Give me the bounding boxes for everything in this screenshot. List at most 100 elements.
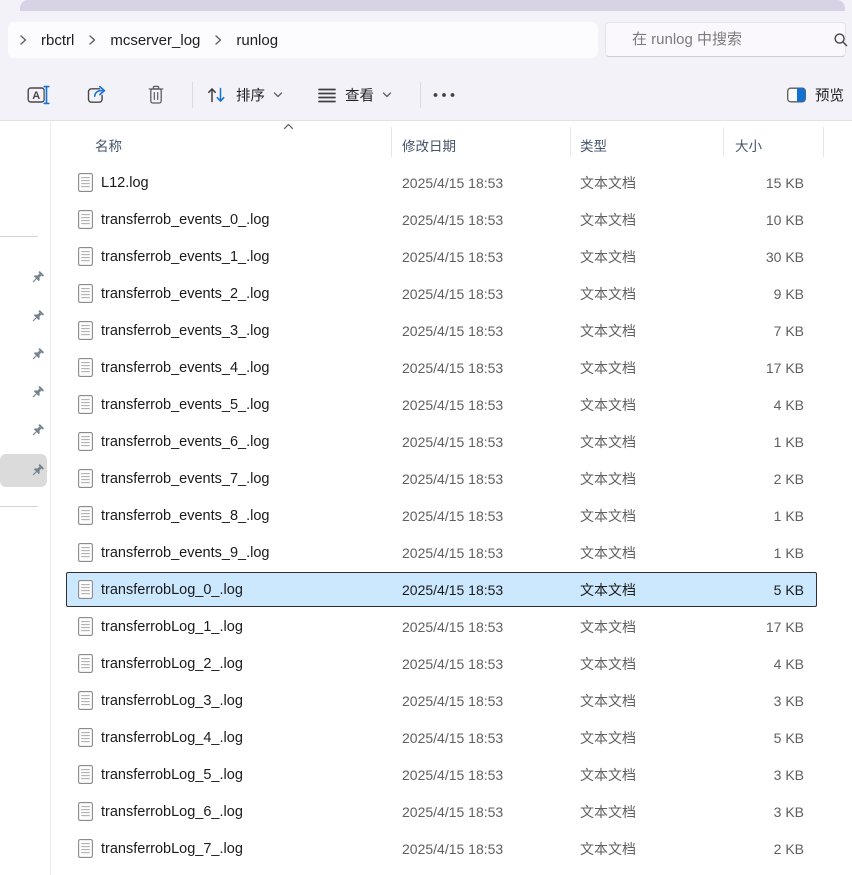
file-name: transferrobLog_1_.log: [101, 619, 243, 635]
file-size: 17 KB: [766, 619, 804, 635]
search-box[interactable]: [605, 22, 846, 57]
file-row[interactable]: transferrob_events_0_.log 2025/4/15 18:5…: [51, 201, 852, 238]
text-file-icon: [78, 691, 93, 710]
file-row[interactable]: transferrob_events_5_.log 2025/4/15 18:5…: [51, 386, 852, 423]
file-type: 文本文档: [580, 284, 636, 304]
search-icon[interactable]: [833, 32, 849, 48]
sort-button[interactable]: 排序: [206, 85, 283, 106]
text-file-icon: [78, 284, 93, 303]
file-row[interactable]: transferrobLog_6_.log 2025/4/15 18:53 文本…: [51, 793, 852, 830]
file-row[interactable]: transferrobLog_4_.log 2025/4/15 18:53 文本…: [51, 719, 852, 756]
preview-toggle-button[interactable]: 预览: [787, 85, 844, 106]
text-file-icon: [78, 469, 93, 488]
breadcrumb-item-mcserver-log[interactable]: mcserver_log: [97, 32, 213, 49]
file-date-modified: 2025/4/15 18:53: [402, 175, 503, 191]
file-row[interactable]: transferrob_events_7_.log 2025/4/15 18:5…: [51, 460, 852, 497]
file-row[interactable]: transferrob_events_1_.log 2025/4/15 18:5…: [51, 238, 852, 275]
preview-label: 预览: [815, 85, 844, 106]
more-options-button[interactable]: [433, 93, 455, 98]
file-type: 文本文档: [580, 802, 636, 822]
pinned-item-pin-icon[interactable]: [29, 309, 45, 325]
column-divider[interactable]: [823, 127, 824, 157]
column-header-name[interactable]: 名称: [95, 135, 122, 155]
column-header-size[interactable]: 大小: [735, 135, 762, 155]
text-file-icon: [78, 432, 93, 451]
view-button[interactable]: 查看: [318, 85, 392, 106]
file-explorer-window: rbctrl mcserver_log runlog A: [0, 0, 852, 875]
pinned-item-pin-icon[interactable]: [29, 347, 45, 363]
file-row[interactable]: transferrob_events_3_.log 2025/4/15 18:5…: [51, 312, 852, 349]
file-name: transferrobLog_4_.log: [101, 730, 243, 746]
file-row[interactable]: transferrobLog_3_.log 2025/4/15 18:53 文本…: [51, 682, 852, 719]
file-size: 1 KB: [774, 434, 804, 450]
column-divider[interactable]: [723, 127, 724, 157]
file-row[interactable]: L12.log 2025/4/15 18:53 文本文档 15 KB: [51, 164, 852, 201]
column-divider[interactable]: [570, 127, 571, 157]
file-row[interactable]: transferrobLog_2_.log 2025/4/15 18:53 文本…: [51, 645, 852, 682]
explorer-tab[interactable]: [20, 0, 845, 11]
pinned-item-pin-icon[interactable]: [29, 270, 45, 286]
file-name: transferrobLog_6_.log: [101, 804, 243, 820]
file-row[interactable]: transferrobLog_7_.log 2025/4/15 18:53 文本…: [51, 830, 852, 867]
chevron-right-icon[interactable]: [18, 34, 28, 46]
file-date-modified: 2025/4/15 18:53: [402, 841, 503, 857]
file-size: 9 KB: [774, 286, 804, 302]
pinned-item-pin-icon[interactable]: [29, 463, 45, 479]
chevron-down-icon: [382, 92, 392, 99]
share-icon: [86, 84, 109, 106]
file-size: 3 KB: [774, 804, 804, 820]
file-date-modified: 2025/4/15 18:53: [402, 249, 503, 265]
pinned-item-pin-icon[interactable]: [29, 423, 45, 439]
file-row[interactable]: transferrobLog_5_.log 2025/4/15 18:53 文本…: [51, 756, 852, 793]
file-type: 文本文档: [580, 654, 636, 674]
file-row[interactable]: transferrob_events_6_.log 2025/4/15 18:5…: [51, 423, 852, 460]
text-file-icon: [78, 765, 93, 784]
chevron-right-icon[interactable]: [87, 34, 97, 46]
file-name: transferrob_events_8_.log: [101, 508, 269, 524]
breadcrumb-item-runlog[interactable]: runlog: [223, 32, 291, 49]
file-name: transferrob_events_2_.log: [101, 286, 269, 302]
text-file-icon: [78, 728, 93, 747]
file-name: transferrob_events_0_.log: [101, 212, 269, 228]
file-date-modified: 2025/4/15 18:53: [402, 471, 503, 487]
file-row[interactable]: transferrob_events_8_.log 2025/4/15 18:5…: [51, 497, 852, 534]
column-headers: 名称 修改日期 类型 大小: [51, 121, 852, 164]
chevron-right-icon[interactable]: [213, 34, 223, 46]
text-file-icon: [78, 173, 93, 192]
file-row[interactable]: transferrob_events_9_.log 2025/4/15 18:5…: [51, 534, 852, 571]
delete-button[interactable]: [146, 84, 166, 106]
search-input[interactable]: [630, 30, 833, 49]
file-row[interactable]: transferrob_events_4_.log 2025/4/15 18:5…: [51, 349, 852, 386]
text-file-icon: [78, 654, 93, 673]
file-size: 2 KB: [774, 841, 804, 857]
file-row[interactable]: transferrobLog_0_.log 2025/4/15 18:53 文本…: [51, 571, 852, 608]
file-date-modified: 2025/4/15 18:53: [402, 360, 503, 376]
rename-button[interactable]: A: [27, 84, 52, 106]
address-bar[interactable]: rbctrl mcserver_log runlog: [8, 22, 598, 58]
file-size: 5 KB: [774, 582, 804, 598]
file-name: transferrob_events_9_.log: [101, 545, 269, 561]
file-name: transferrobLog_7_.log: [101, 841, 243, 857]
column-header-type[interactable]: 类型: [580, 135, 607, 155]
view-label: 查看: [345, 85, 374, 106]
file-size: 1 KB: [774, 545, 804, 561]
file-date-modified: 2025/4/15 18:53: [402, 212, 503, 228]
file-name: transferrob_events_1_.log: [101, 249, 269, 265]
file-name: transferrobLog_5_.log: [101, 767, 243, 783]
file-name: transferrob_events_5_.log: [101, 397, 269, 413]
file-row[interactable]: transferrob_events_2_.log 2025/4/15 18:5…: [51, 275, 852, 312]
column-header-date[interactable]: 修改日期: [402, 135, 456, 155]
share-button[interactable]: [86, 84, 109, 106]
navigation-pane: [0, 121, 51, 875]
pinned-item-pin-icon[interactable]: [29, 385, 45, 401]
text-file-icon: [78, 210, 93, 229]
file-date-modified: 2025/4/15 18:53: [402, 730, 503, 746]
file-row[interactable]: transferrobLog_1_.log 2025/4/15 18:53 文本…: [51, 608, 852, 645]
column-divider[interactable]: [391, 127, 392, 157]
text-file-icon: [78, 247, 93, 266]
file-size: 3 KB: [774, 767, 804, 783]
preview-pane-icon: [787, 88, 806, 103]
trash-icon: [146, 84, 166, 106]
breadcrumb-item-rbctrl[interactable]: rbctrl: [28, 32, 87, 49]
file-size: 10 KB: [766, 212, 804, 228]
